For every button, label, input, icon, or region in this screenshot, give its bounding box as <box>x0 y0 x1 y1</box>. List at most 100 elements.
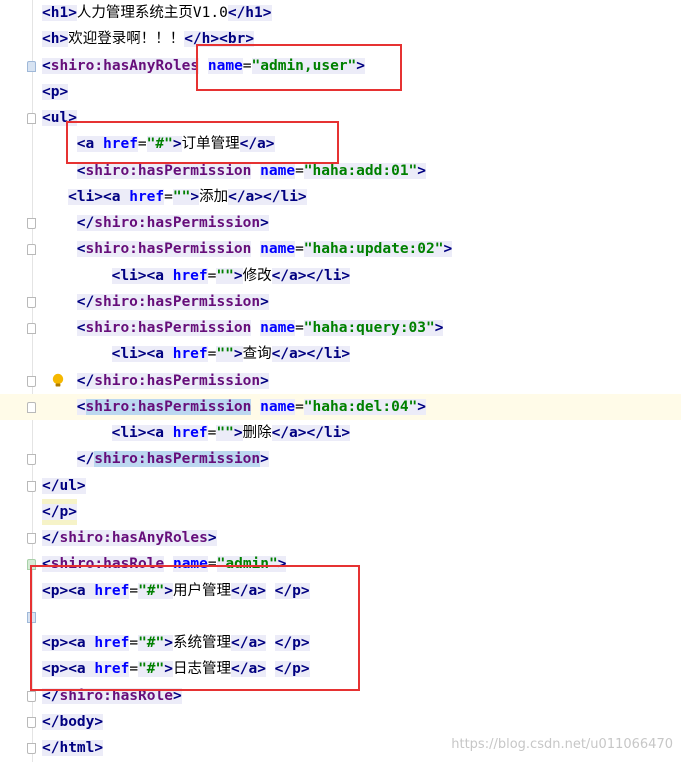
code-editor[interactable]: <h1>人力管理系统主页V1.0</h1> <h>欢迎登录啊！！！</h><br>… <box>0 0 681 762</box>
code-line[interactable]: <shiro:hasPermission name="haha:update:0… <box>0 236 681 262</box>
code-line[interactable]: <li><a href="">删除</a></li> <box>0 420 681 446</box>
fold-marker-icon[interactable] <box>27 323 36 334</box>
code-text: <shiro:hasPermission name="haha:del:04"> <box>76 394 427 420</box>
text-content: = <box>295 163 304 179</box>
code-text: <p> <box>42 79 69 105</box>
tag-bracket: < <box>76 163 86 179</box>
code-line[interactable]: </p> <box>0 499 681 525</box>
tag-namespace: shiro:hasPermission <box>85 399 252 415</box>
tag-bracket: > <box>260 451 269 467</box>
attribute-value: "haha:add:01" <box>303 163 418 179</box>
fold-marker-icon[interactable] <box>27 533 36 544</box>
tag-namespace: shiro:hasAnyRoles <box>59 530 208 546</box>
tag-bracket: > <box>443 241 453 257</box>
tag-bracket: </ <box>76 215 95 231</box>
annotation-box-admin-links <box>30 565 360 691</box>
tag-bracket: <a <box>146 268 173 284</box>
code-text: </shiro:hasAnyRoles> <box>42 525 217 551</box>
tag-bracket: > <box>417 399 427 415</box>
attribute-name: name <box>260 399 296 415</box>
fold-marker-icon[interactable] <box>27 691 36 702</box>
text-content: = <box>164 189 173 205</box>
fold-marker-icon[interactable] <box>27 218 36 229</box>
tag-bracket: < <box>42 58 51 74</box>
tag-namespace: shiro:hasPermission <box>94 373 261 389</box>
text-content <box>251 320 260 336</box>
attribute-name: name <box>260 163 296 179</box>
code-line[interactable]: </shiro:hasPermission> <box>0 446 681 472</box>
attribute-value: "haha:update:02" <box>303 241 444 257</box>
code-text: <li><a href="">添加</a></li> <box>68 184 307 210</box>
fold-marker-icon[interactable] <box>27 244 36 255</box>
tag-bracket: </li> <box>306 268 351 284</box>
watermark: https://blog.csdn.net/u011066470 <box>451 737 673 752</box>
code-text: </p> <box>42 499 77 525</box>
fold-marker-icon[interactable] <box>27 743 36 754</box>
tag-bracket: <h1> <box>42 5 77 21</box>
fold-marker-icon[interactable] <box>27 297 36 308</box>
text-content: 查询 <box>242 346 272 362</box>
attribute-value: "" <box>216 425 234 441</box>
text-content: 删除 <box>242 425 272 441</box>
tag-bracket: </a> <box>271 425 307 441</box>
attribute-name: href <box>172 425 208 441</box>
lightbulb-icon[interactable] <box>52 373 64 389</box>
tag-bracket: </p> <box>42 504 77 520</box>
tag-bracket: <li> <box>111 425 147 441</box>
tag-bracket: > <box>260 215 269 231</box>
tag-bracket: <p> <box>42 84 69 100</box>
tag-bracket: > <box>233 425 243 441</box>
code-text: </html> <box>42 735 104 761</box>
tag-bracket: <li> <box>68 189 104 205</box>
code-line[interactable]: <h1>人力管理系统主页V1.0</h1> <box>0 0 681 26</box>
tag-bracket: </a> <box>271 268 307 284</box>
code-line[interactable]: </shiro:hasAnyRoles> <box>0 525 681 551</box>
code-text: <li><a href="">修改</a></li> <box>111 263 351 289</box>
attribute-value: "haha:del:04" <box>303 399 418 415</box>
text-content: = <box>295 241 304 257</box>
fold-marker-icon[interactable] <box>27 376 36 387</box>
code-text: <h1>人力管理系统主页V1.0</h1> <box>42 0 272 26</box>
text-content: 人力管理系统主页V1.0 <box>76 5 228 21</box>
code-text: </ul> <box>42 473 86 499</box>
tag-bracket: </a> <box>271 346 307 362</box>
attribute-name: href <box>129 189 165 205</box>
text-content <box>251 241 260 257</box>
attribute-name: name <box>260 241 296 257</box>
fold-marker-icon[interactable] <box>27 454 36 465</box>
tag-bracket: </html> <box>42 740 104 756</box>
attribute-value: "" <box>172 189 191 205</box>
code-line[interactable]: </shiro:hasPermission> <box>0 368 681 394</box>
code-line[interactable]: </shiro:hasPermission> <box>0 289 681 315</box>
code-text: <shiro:hasPermission name="haha:update:0… <box>76 236 453 262</box>
tag-bracket: > <box>190 189 200 205</box>
code-line[interactable]: <li><a href="">查询</a></li> <box>0 341 681 367</box>
code-text: </shiro:hasPermission> <box>76 368 269 394</box>
attribute-name: href <box>172 268 208 284</box>
tag-bracket: </ <box>76 373 95 389</box>
fold-marker-icon[interactable] <box>27 481 36 492</box>
code-line[interactable]: <shiro:hasPermission name="haha:query:03… <box>0 315 681 341</box>
code-text: <shiro:hasPermission name="haha:query:03… <box>76 315 444 341</box>
code-line[interactable]: </shiro:hasPermission> <box>0 210 681 236</box>
tag-namespace: shiro:hasPermission <box>94 451 261 467</box>
attribute-value: "" <box>216 268 234 284</box>
code-text: </shiro:hasPermission> <box>76 210 269 236</box>
fold-marker-icon[interactable] <box>27 717 36 728</box>
code-line[interactable]: </body> <box>0 709 681 735</box>
code-line[interactable]: <li><a href="">修改</a></li> <box>0 263 681 289</box>
fold-marker-icon[interactable] <box>27 402 36 413</box>
code-line[interactable]: <shiro:hasPermission name="haha:del:04"> <box>0 394 681 420</box>
fold-marker-icon[interactable] <box>27 61 36 72</box>
text-content: = <box>295 399 304 415</box>
code-text: </shiro:hasPermission> <box>76 446 269 472</box>
tag-bracket: > <box>207 530 217 546</box>
text-content: 欢迎登录啊！！！ <box>68 31 185 47</box>
code-line[interactable]: <li><a href="">添加</a></li> <box>0 184 681 210</box>
fold-marker-icon[interactable] <box>27 113 36 124</box>
tag-bracket: </body> <box>42 714 104 730</box>
attribute-value: "haha:query:03" <box>303 320 435 336</box>
tag-bracket: > <box>260 294 269 310</box>
annotation-box-order <box>66 121 339 164</box>
code-line[interactable]: </ul> <box>0 473 681 499</box>
